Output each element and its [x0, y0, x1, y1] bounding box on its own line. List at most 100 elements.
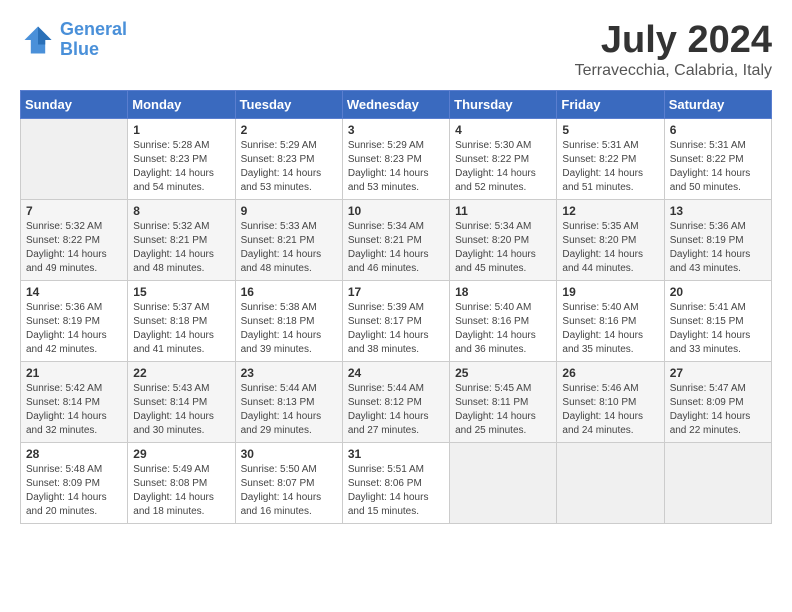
day-number: 21 [26, 366, 122, 380]
day-info: Sunrise: 5:38 AMSunset: 8:18 PMDaylight:… [241, 301, 337, 357]
calendar-cell: 3 Sunrise: 5:29 AMSunset: 8:23 PMDaylight… [342, 118, 449, 199]
calendar-cell: 31 Sunrise: 5:51 AMSunset: 8:06 PMDayligh… [342, 442, 449, 523]
day-info: Sunrise: 5:37 AMSunset: 8:18 PMDaylight:… [133, 301, 229, 357]
calendar-cell: 1 Sunrise: 5:28 AMSunset: 8:23 PMDaylight… [128, 118, 235, 199]
day-info: Sunrise: 5:36 AMSunset: 8:19 PMDaylight:… [26, 301, 122, 357]
calendar-cell: 28 Sunrise: 5:48 AMSunset: 8:09 PMDayligh… [21, 442, 128, 523]
day-number: 5 [562, 123, 658, 137]
calendar-cell: 29 Sunrise: 5:49 AMSunset: 8:08 PMDayligh… [128, 442, 235, 523]
calendar-cell [557, 442, 664, 523]
calendar-cell: 14 Sunrise: 5:36 AMSunset: 8:19 PMDayligh… [21, 280, 128, 361]
calendar-cell [21, 118, 128, 199]
day-info: Sunrise: 5:29 AMSunset: 8:23 PMDaylight:… [348, 139, 444, 195]
day-info: Sunrise: 5:32 AMSunset: 8:22 PMDaylight:… [26, 220, 122, 276]
location: Terravecchia, Calabria, Italy [575, 62, 772, 80]
calendar-cell: 10Sunrise: 5:34 AMSunset: 8:21 PMDayligh… [342, 199, 449, 280]
day-info: Sunrise: 5:42 AMSunset: 8:14 PMDaylight:… [26, 382, 122, 438]
calendar-cell: 21 Sunrise: 5:42 AMSunset: 8:14 PMDayligh… [21, 361, 128, 442]
day-number: 23 [241, 366, 337, 380]
calendar-cell: 22 Sunrise: 5:43 AMSunset: 8:14 PMDayligh… [128, 361, 235, 442]
day-info: Sunrise: 5:34 AMSunset: 8:21 PMDaylight:… [348, 220, 444, 276]
day-number: 19 [562, 285, 658, 299]
calendar-body: 1 Sunrise: 5:28 AMSunset: 8:23 PMDaylight… [21, 118, 772, 523]
calendar-cell: 12 Sunrise: 5:35 AMSunset: 8:20 PMDayligh… [557, 199, 664, 280]
day-info: Sunrise: 5:39 AMSunset: 8:17 PMDaylight:… [348, 301, 444, 357]
weekday-header-friday: Friday [557, 90, 664, 118]
day-info: Sunrise: 5:36 AMSunset: 8:19 PMDaylight:… [670, 220, 766, 276]
day-number: 28 [26, 447, 122, 461]
weekday-header-sunday: Sunday [21, 90, 128, 118]
day-info: Sunrise: 5:34 AMSunset: 8:20 PMDaylight:… [455, 220, 551, 276]
day-info: Sunrise: 5:44 AMSunset: 8:13 PMDaylight:… [241, 382, 337, 438]
calendar-cell: 26Sunrise: 5:46 AMSunset: 8:10 PMDayligh… [557, 361, 664, 442]
day-number: 17 [348, 285, 444, 299]
calendar-cell: 6Sunrise: 5:31 AMSunset: 8:22 PMDaylight… [664, 118, 771, 199]
day-info: Sunrise: 5:31 AMSunset: 8:22 PMDaylight:… [670, 139, 766, 195]
day-info: Sunrise: 5:51 AMSunset: 8:06 PMDaylight:… [348, 463, 444, 519]
day-number: 15 [133, 285, 229, 299]
day-info: Sunrise: 5:48 AMSunset: 8:09 PMDaylight:… [26, 463, 122, 519]
calendar-cell: 23 Sunrise: 5:44 AMSunset: 8:13 PMDayligh… [235, 361, 342, 442]
calendar-cell [664, 442, 771, 523]
day-number: 24 [348, 366, 444, 380]
weekday-header-thursday: Thursday [450, 90, 557, 118]
calendar-cell: 9Sunrise: 5:33 AMSunset: 8:21 PMDaylight… [235, 199, 342, 280]
calendar-header: SundayMondayTuesdayWednesdayThursdayFrid… [21, 90, 772, 118]
day-number: 4 [455, 123, 551, 137]
day-number: 31 [348, 447, 444, 461]
logo-icon [20, 22, 56, 58]
day-number: 18 [455, 285, 551, 299]
calendar-table: SundayMondayTuesdayWednesdayThursdayFrid… [20, 90, 772, 524]
day-info: Sunrise: 5:44 AMSunset: 8:12 PMDaylight:… [348, 382, 444, 438]
day-info: Sunrise: 5:40 AMSunset: 8:16 PMDaylight:… [455, 301, 551, 357]
calendar-week-3: 21 Sunrise: 5:42 AMSunset: 8:14 PMDayligh… [21, 361, 772, 442]
day-number: 2 [241, 123, 337, 137]
weekday-header-wednesday: Wednesday [342, 90, 449, 118]
calendar-cell: 2Sunrise: 5:29 AMSunset: 8:23 PMDaylight… [235, 118, 342, 199]
day-number: 26 [562, 366, 658, 380]
day-info: Sunrise: 5:28 AMSunset: 8:23 PMDaylight:… [133, 139, 229, 195]
calendar-cell: 18 Sunrise: 5:40 AMSunset: 8:16 PMDayligh… [450, 280, 557, 361]
calendar-cell: 20Sunrise: 5:41 AMSunset: 8:15 PMDayligh… [664, 280, 771, 361]
month-title: July 2024 [575, 20, 772, 62]
day-number: 12 [562, 204, 658, 218]
day-number: 30 [241, 447, 337, 461]
calendar-cell: 16 Sunrise: 5:38 AMSunset: 8:18 PMDayligh… [235, 280, 342, 361]
day-info: Sunrise: 5:40 AMSunset: 8:16 PMDaylight:… [562, 301, 658, 357]
day-info: Sunrise: 5:33 AMSunset: 8:21 PMDaylight:… [241, 220, 337, 276]
calendar-cell: 15 Sunrise: 5:37 AMSunset: 8:18 PMDayligh… [128, 280, 235, 361]
calendar-cell: 5Sunrise: 5:31 AMSunset: 8:22 PMDaylight… [557, 118, 664, 199]
day-number: 3 [348, 123, 444, 137]
calendar-week-4: 28 Sunrise: 5:48 AMSunset: 8:09 PMDayligh… [21, 442, 772, 523]
calendar-cell [450, 442, 557, 523]
day-number: 22 [133, 366, 229, 380]
day-info: Sunrise: 5:32 AMSunset: 8:21 PMDaylight:… [133, 220, 229, 276]
calendar-cell: 24 Sunrise: 5:44 AMSunset: 8:12 PMDayligh… [342, 361, 449, 442]
title-block: July 2024 Terravecchia, Calabria, Italy [575, 20, 772, 80]
logo-text: General Blue [60, 20, 127, 60]
calendar-week-1: 7Sunrise: 5:32 AMSunset: 8:22 PMDaylight… [21, 199, 772, 280]
calendar-cell: 11 Sunrise: 5:34 AMSunset: 8:20 PMDayligh… [450, 199, 557, 280]
day-number: 11 [455, 204, 551, 218]
weekday-header-monday: Monday [128, 90, 235, 118]
day-info: Sunrise: 5:49 AMSunset: 8:08 PMDaylight:… [133, 463, 229, 519]
day-number: 25 [455, 366, 551, 380]
day-number: 1 [133, 123, 229, 137]
calendar-cell: 4Sunrise: 5:30 AMSunset: 8:22 PMDaylight… [450, 118, 557, 199]
day-number: 13 [670, 204, 766, 218]
day-number: 16 [241, 285, 337, 299]
day-number: 14 [26, 285, 122, 299]
day-info: Sunrise: 5:50 AMSunset: 8:07 PMDaylight:… [241, 463, 337, 519]
day-info: Sunrise: 5:43 AMSunset: 8:14 PMDaylight:… [133, 382, 229, 438]
calendar-cell: 19 Sunrise: 5:40 AMSunset: 8:16 PMDayligh… [557, 280, 664, 361]
day-number: 27 [670, 366, 766, 380]
day-info: Sunrise: 5:35 AMSunset: 8:20 PMDaylight:… [562, 220, 658, 276]
weekday-header-tuesday: Tuesday [235, 90, 342, 118]
day-number: 29 [133, 447, 229, 461]
calendar-cell: 17 Sunrise: 5:39 AMSunset: 8:17 PMDayligh… [342, 280, 449, 361]
weekday-row: SundayMondayTuesdayWednesdayThursdayFrid… [21, 90, 772, 118]
day-info: Sunrise: 5:45 AMSunset: 8:11 PMDaylight:… [455, 382, 551, 438]
day-info: Sunrise: 5:47 AMSunset: 8:09 PMDaylight:… [670, 382, 766, 438]
calendar-week-2: 14 Sunrise: 5:36 AMSunset: 8:19 PMDayligh… [21, 280, 772, 361]
calendar-cell: 27 Sunrise: 5:47 AMSunset: 8:09 PMDayligh… [664, 361, 771, 442]
